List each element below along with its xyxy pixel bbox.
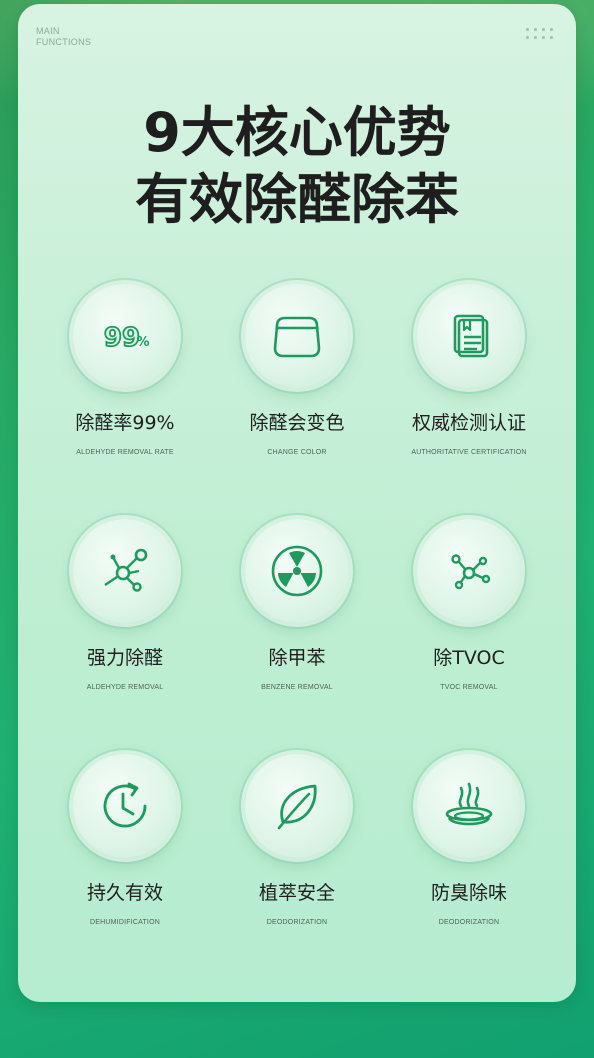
section-label: MAIN FUNCTIONS bbox=[36, 26, 91, 48]
feature-icon-circle bbox=[417, 284, 521, 388]
feature-title: 除醛率99% bbox=[75, 412, 175, 434]
feature-subtitle: DEODORIZATION bbox=[266, 919, 328, 926]
features-card: MAIN FUNCTIONS 9大核心优势 有效除醛除苯 99 % 除醛率99%… bbox=[18, 4, 576, 1002]
feature-subtitle: BENZENE REMOVAL bbox=[261, 684, 333, 691]
section-label-line1: MAIN bbox=[36, 26, 60, 36]
feature-tvoc-removal: 除TVOC TVOC REMOVAL bbox=[376, 519, 562, 719]
section-label-line2: FUNCTIONS bbox=[36, 37, 92, 47]
feature-title: 防臭除味 bbox=[430, 882, 507, 904]
feature-change-color: 除醛会变色 CHANGE COLOR bbox=[204, 284, 390, 484]
feature-title: 除甲苯 bbox=[268, 647, 326, 669]
feature-icon-circle bbox=[417, 519, 521, 623]
certificate-icon bbox=[453, 314, 489, 358]
title-line-1: 9大核心优势 bbox=[143, 101, 451, 164]
feature-icon-circle bbox=[73, 519, 177, 623]
feature-icon-circle bbox=[245, 519, 349, 623]
title-line-2: 有效除醛除苯 bbox=[135, 168, 459, 231]
molecule-small-icon bbox=[451, 554, 491, 590]
dots-menu-icon bbox=[526, 28, 554, 42]
feature-subtitle: DEODORIZATION bbox=[438, 919, 500, 926]
feature-subtitle: CHANGE COLOR bbox=[267, 449, 327, 456]
feature-icon-circle bbox=[417, 754, 521, 858]
percent-99-icon: 99 % bbox=[103, 322, 150, 354]
feature-title: 植萃安全 bbox=[258, 882, 335, 904]
feature-long-lasting: 持久有效 DEHUMIDIFICATION bbox=[32, 754, 218, 954]
feature-icon-circle: 99 % bbox=[73, 284, 177, 388]
steam-bowl-icon bbox=[445, 782, 493, 826]
feature-title: 除TVOC bbox=[433, 647, 505, 669]
feature-icon-circle bbox=[245, 754, 349, 858]
feature-title: 权威检测认证 bbox=[411, 412, 526, 434]
feature-subtitle: AUTHORITATIVE CERTIFICATION bbox=[411, 449, 527, 456]
feature-subtitle: ALDEHYDE REMOVAL RATE bbox=[76, 449, 174, 456]
feature-deodorize: 防臭除味 DEODORIZATION bbox=[376, 754, 562, 954]
feature-icon-circle bbox=[73, 754, 177, 858]
feature-aldehyde-removal: 强力除醛 ALDEHYDE REMOVAL bbox=[32, 519, 218, 719]
feature-title: 除醛会变色 bbox=[249, 412, 345, 434]
feature-subtitle: TVOC REMOVAL bbox=[440, 684, 498, 691]
clock-refresh-icon bbox=[103, 782, 147, 828]
feature-title: 强力除醛 bbox=[86, 647, 163, 669]
svg-text:99: 99 bbox=[104, 323, 140, 353]
container-icon bbox=[273, 316, 321, 358]
molecule-icon bbox=[104, 548, 148, 592]
leaf-icon bbox=[277, 784, 317, 830]
feature-subtitle: ALDEHYDE REMOVAL bbox=[86, 684, 164, 691]
feature-title: 持久有效 bbox=[86, 882, 163, 904]
feature-aldehyde-rate: 99 % 除醛率99% ALDEHYDE REMOVAL RATE bbox=[32, 284, 218, 484]
svg-text:%: % bbox=[136, 335, 149, 350]
feature-subtitle: DEHUMIDIFICATION bbox=[90, 919, 160, 926]
feature-certification: 权威检测认证 AUTHORITATIVE CERTIFICATION bbox=[376, 284, 562, 484]
feature-icon-circle bbox=[245, 284, 349, 388]
feature-plant-safe: 植萃安全 DEODORIZATION bbox=[204, 754, 390, 954]
feature-benzene-removal: 除甲苯 BENZENE REMOVAL bbox=[204, 519, 390, 719]
radiation-icon bbox=[271, 545, 323, 597]
